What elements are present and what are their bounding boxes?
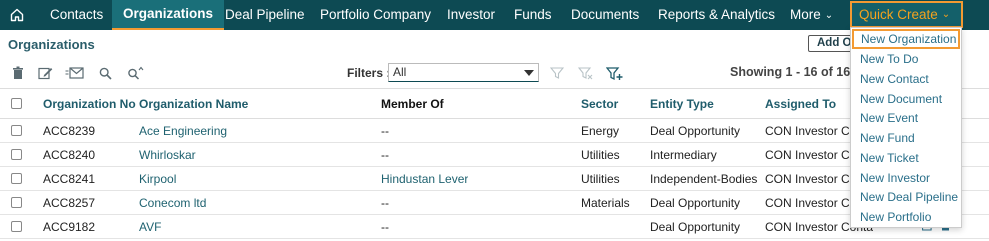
entity-type: Deal Opportunity [650,196,741,210]
assigned-to: CON Investor Contacts [765,196,849,210]
organization-name-link[interactable]: AVF [139,220,161,234]
top-nav: Contacts Organizations Deal Pipeline Por… [0,0,989,30]
chevron-down-icon: ⌄ [941,9,951,20]
add-filter-icon[interactable] [604,63,624,83]
assigned-to: CON Investor Contacts [765,148,849,162]
row-checkbox[interactable] [11,125,22,136]
sector: Materials [581,196,630,210]
column-member-of[interactable]: Member Of [381,97,444,111]
organization-no: ACC9182 [43,220,96,234]
organization-name-link[interactable]: Conecom ltd [139,196,206,210]
entity-type: Deal Opportunity [650,220,741,234]
table-row[interactable]: ACC8240 Whirloskar -- Utilities Intermed… [0,143,989,167]
nav-organizations[interactable]: Organizations [112,0,225,30]
organization-name-link[interactable]: Whirloskar [139,148,196,162]
page-title: Organizations [8,37,95,52]
organization-no: ACC8241 [43,172,96,186]
nav-reports-analytics[interactable]: Reports & Analytics [658,0,775,30]
clear-filter-icon[interactable] [576,63,594,83]
table-row[interactable]: ACC8257 Conecom ltd -- Materials Deal Op… [0,191,989,215]
quick-create-label: Quick Create [859,7,938,22]
sector: Utilities [581,148,620,162]
nav-documents[interactable]: Documents [571,0,639,30]
nav-more-label: More [790,7,821,22]
nav-portfolio-company[interactable]: Portfolio Company [320,0,431,30]
home-icon[interactable] [6,5,28,25]
quick-create-menu: New Organization New To Do New Contact N… [850,27,962,228]
filter-select-value: All [393,65,407,79]
edit-icon[interactable] [36,63,54,83]
entity-type: Intermediary [650,148,717,162]
member-of: -- [381,220,389,234]
nav-more[interactable]: More ⌄ [790,0,833,30]
filters-label: Filters : [347,66,391,80]
column-organization-name[interactable]: Organization Name [139,97,248,111]
select-all-checkbox[interactable] [11,98,22,109]
nav-funds[interactable]: Funds [514,0,552,30]
assigned-to: CON Investor Contacts [765,124,849,138]
menu-new-fund[interactable]: New Fund [851,128,961,148]
nav-investor[interactable]: Investor [447,0,495,30]
row-checkbox[interactable] [11,221,22,232]
advanced-search-icon[interactable] [124,63,146,83]
sector: Utilities [581,172,620,186]
menu-new-organization[interactable]: New Organization [852,29,960,49]
chevron-down-icon: ⌄ [824,10,834,21]
pagination-summary: Showing 1 - 16 of 16 [730,65,851,79]
assigned-to: CON Investor Contacts [765,172,849,186]
entity-type: Deal Opportunity [650,124,741,138]
column-sector[interactable]: Sector [581,97,618,111]
organization-no: ACC8239 [43,124,96,138]
sector: Energy [581,124,620,138]
organization-no: ACC8257 [43,196,96,210]
nav-contacts[interactable]: Contacts [50,0,103,30]
filter-icon[interactable] [548,63,566,83]
menu-new-document[interactable]: New Document [851,89,961,109]
row-checkbox[interactable] [11,197,22,208]
nav-deal-pipeline[interactable]: Deal Pipeline [225,0,305,30]
table-row[interactable]: ACC8241 Kirpool Hindustan Lever Utilitie… [0,167,989,191]
member-of: -- [381,196,389,210]
menu-new-to-do[interactable]: New To Do [851,49,961,69]
row-checkbox[interactable] [11,149,22,160]
menu-new-portfolio[interactable]: New Portfolio [851,207,961,227]
menu-new-ticket[interactable]: New Ticket [851,148,961,168]
member-of-link[interactable]: Hindustan Lever [381,172,468,186]
column-entity-type[interactable]: Entity Type [650,97,714,111]
organization-name-link[interactable]: Ace Engineering [139,124,227,138]
organization-no: ACC8240 [43,148,96,162]
filter-select[interactable]: All [388,63,539,82]
table-header: Organization No Organization Name Member… [0,88,989,119]
organization-name-link[interactable]: Kirpool [139,172,176,186]
menu-new-contact[interactable]: New Contact [851,69,961,89]
table-row[interactable]: ACC8239 Ace Engineering -- Energy Deal O… [0,119,989,143]
entity-type: Independent-Bodies [650,172,758,186]
column-assigned-to[interactable]: Assigned To [765,97,836,111]
mail-icon[interactable] [64,63,86,83]
column-organization-no[interactable]: Organization No [43,97,136,111]
menu-new-deal-pipeline[interactable]: New Deal Pipeline [851,187,961,207]
member-of: -- [381,148,389,162]
table-row[interactable]: ACC9182 AVF -- Deal Opportunity CON Inve… [0,215,989,239]
row-checkbox[interactable] [11,173,22,184]
search-icon[interactable] [96,63,114,83]
menu-new-investor[interactable]: New Investor [851,168,961,188]
menu-new-event[interactable]: New Event [851,108,961,128]
trash-icon[interactable] [9,63,27,83]
caret-down-icon [524,70,534,76]
quick-create-button[interactable]: Quick Create ⌄ [850,1,963,28]
member-of: -- [381,124,389,138]
